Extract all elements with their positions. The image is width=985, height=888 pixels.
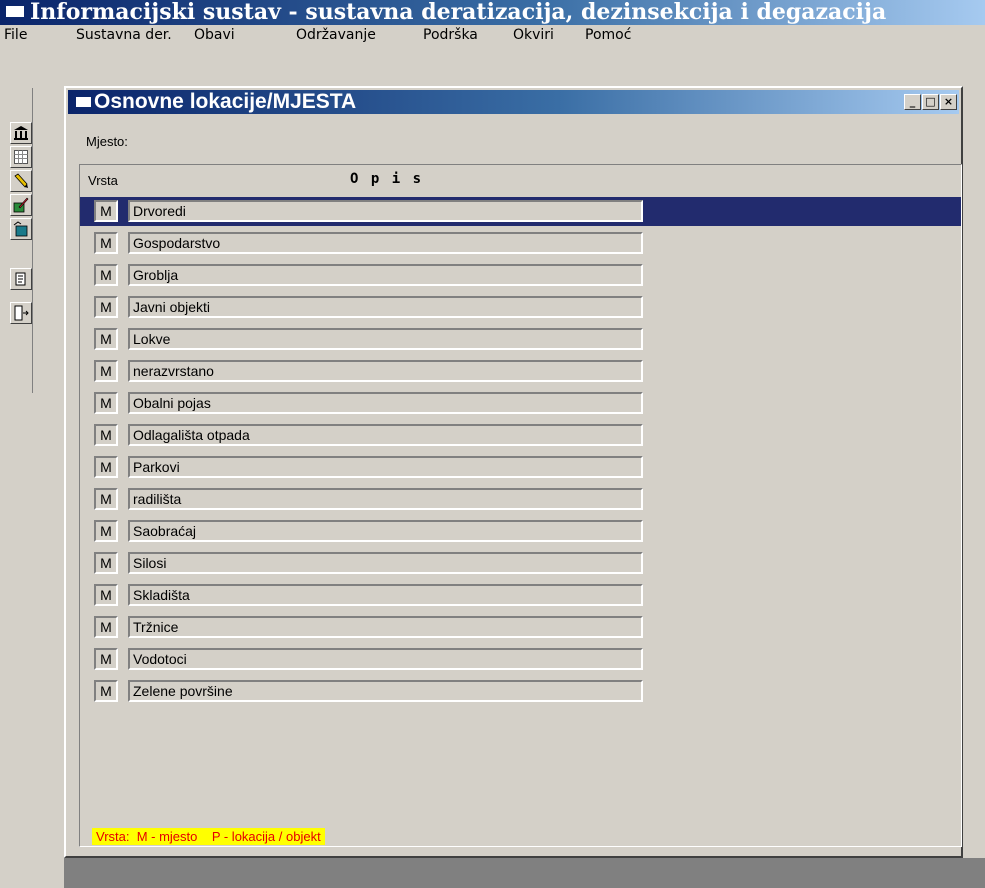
list-row[interactable]: Mradilišta: [80, 485, 961, 514]
app-window-icon[interactable]: [6, 5, 24, 17]
list-row[interactable]: M Tržnice: [80, 613, 961, 642]
list-row[interactable]: M Obalni pojas: [80, 389, 961, 418]
row-vrsta[interactable]: M: [94, 200, 118, 222]
row-opis[interactable]: Drvoredi: [128, 200, 643, 222]
minimize-button[interactable]: _: [904, 94, 921, 110]
list-row[interactable]: M Parkovi: [80, 453, 961, 482]
row-vrsta[interactable]: M: [94, 552, 118, 574]
row-vrsta[interactable]: M: [94, 680, 118, 702]
edit-icon[interactable]: [10, 194, 32, 216]
row-opis[interactable]: Gospodarstvo: [128, 232, 643, 254]
list-row[interactable]: M Skladišta: [80, 581, 961, 610]
row-vrsta[interactable]: M: [94, 232, 118, 254]
list-row[interactable]: M Silosi: [80, 549, 961, 578]
list-row[interactable]: M Zelene površine: [80, 677, 961, 706]
building-icon[interactable]: [10, 122, 32, 144]
window-title: Osnovne lokacije/MJESTA: [94, 90, 357, 113]
row-vrsta[interactable]: M: [94, 488, 118, 510]
box-icon[interactable]: [10, 218, 32, 240]
maximize-button[interactable]: □: [922, 94, 939, 110]
row-vrsta[interactable]: M: [94, 424, 118, 446]
list-row[interactable]: M Odlagališta otpada: [80, 421, 961, 450]
row-opis[interactable]: Tržnice: [128, 616, 643, 638]
row-opis[interactable]: Lokve: [128, 328, 643, 350]
row-vrsta[interactable]: M: [94, 520, 118, 542]
column-header-opis: O p i s: [350, 171, 424, 187]
menu-okviri[interactable]: Okviri: [513, 25, 554, 45]
locations-list: M Drvoredi M Gospodarstvo M Groblja M Javni …: [80, 197, 961, 709]
row-opis[interactable]: nerazvrstano: [128, 360, 643, 382]
list-row[interactable]: M Drvoredi: [80, 197, 961, 226]
vrsta-legend: Vrsta: M - mjesto P - lokacija / objekt: [92, 828, 325, 845]
row-vrsta[interactable]: M: [94, 264, 118, 286]
column-header-vrsta: Vrsta: [88, 173, 118, 188]
row-vrsta[interactable]: M: [94, 456, 118, 478]
row-opis[interactable]: Skladišta: [128, 584, 643, 606]
row-opis[interactable]: Groblja: [128, 264, 643, 286]
row-vrsta[interactable]: M: [94, 648, 118, 670]
mjesto-label: Mjesto:: [86, 134, 128, 149]
row-opis[interactable]: Vodotoci: [128, 648, 643, 670]
menu-sustavna-der[interactable]: Sustavna der.: [76, 25, 172, 45]
menu-obavi[interactable]: Obavi: [194, 25, 235, 45]
window-system-icon[interactable]: [76, 97, 91, 107]
locations-list-panel: Vrsta O p i s M Drvoredi M Gospodarstvo MG…: [79, 164, 962, 847]
menu-podrska[interactable]: Podrška: [423, 25, 478, 45]
locations-window: Osnovne lokacije/MJESTA _ □ × Mjesto: Vr…: [64, 86, 963, 858]
close-button[interactable]: ×: [940, 94, 957, 110]
row-vrsta[interactable]: M: [94, 360, 118, 382]
row-vrsta[interactable]: M: [94, 616, 118, 638]
pencil-icon[interactable]: [10, 170, 32, 192]
list-row[interactable]: M Gospodarstvo: [80, 229, 961, 258]
grid-icon[interactable]: [10, 146, 32, 168]
app-title: Informacijski sustav - sustavna deratiza…: [30, 0, 887, 25]
list-row[interactable]: M Saobraćaj: [80, 517, 961, 546]
menu-bar: File Sustavna der. Obavi Održavanje Podr…: [0, 25, 985, 45]
menu-file[interactable]: File: [4, 25, 27, 45]
report-icon[interactable]: [10, 268, 32, 290]
row-opis[interactable]: Saobraćaj: [128, 520, 643, 542]
list-row[interactable]: M Groblja: [80, 261, 961, 290]
row-opis[interactable]: Zelene površine: [128, 680, 643, 702]
left-toolbar: [0, 88, 33, 393]
row-opis[interactable]: Silosi: [128, 552, 643, 574]
menu-odrzavanje[interactable]: Održavanje: [296, 25, 376, 45]
list-row[interactable]: Mnerazvrstano: [80, 357, 961, 386]
window-title-bar: Osnovne lokacije/MJESTA _ □ ×: [68, 90, 959, 114]
row-vrsta[interactable]: M: [94, 392, 118, 414]
list-row[interactable]: M Lokve: [80, 325, 961, 354]
row-opis[interactable]: Parkovi: [128, 456, 643, 478]
list-row[interactable]: M Vodotoci: [80, 645, 961, 674]
mdi-workspace: [64, 858, 985, 888]
row-opis[interactable]: Obalni pojas: [128, 392, 643, 414]
row-vrsta[interactable]: M: [94, 296, 118, 318]
row-opis[interactable]: Javni objekti: [128, 296, 643, 318]
menu-pomoc[interactable]: Pomoć: [585, 25, 631, 45]
app-title-bar: Informacijski sustav - sustavna deratiza…: [0, 0, 985, 25]
exit-door-icon[interactable]: [10, 302, 32, 324]
list-row[interactable]: M Javni objekti: [80, 293, 961, 322]
row-vrsta[interactable]: M: [94, 328, 118, 350]
row-opis[interactable]: radilišta: [128, 488, 643, 510]
row-opis[interactable]: Odlagališta otpada: [128, 424, 643, 446]
row-vrsta[interactable]: M: [94, 584, 118, 606]
